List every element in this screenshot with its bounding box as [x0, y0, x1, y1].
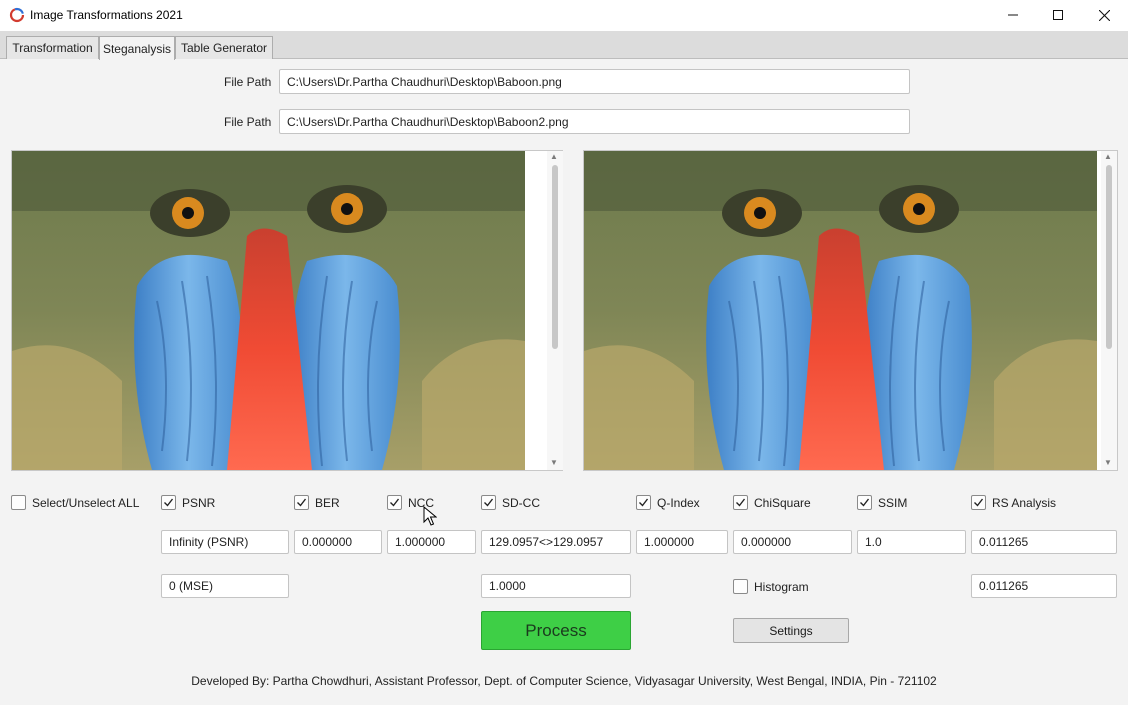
- title-bar: Image Transformations 2021: [0, 0, 1128, 31]
- ncc-checkbox[interactable]: [387, 495, 402, 510]
- stego-image-panel[interactable]: ▲ ▼: [583, 150, 1118, 471]
- minimize-button[interactable]: [990, 0, 1036, 30]
- settings-button[interactable]: Settings: [733, 618, 849, 643]
- rs-analysis-result-field[interactable]: 0.011265: [971, 530, 1117, 554]
- close-button[interactable]: [1081, 0, 1127, 30]
- ncc-result-field[interactable]: 1.000000: [387, 530, 476, 554]
- histogram-checkbox[interactable]: [733, 579, 748, 594]
- window-title: Image Transformations 2021: [30, 8, 183, 22]
- scrollbar-thumb[interactable]: [552, 165, 558, 349]
- qindex-checkbox[interactable]: [636, 495, 651, 510]
- checkmark-icon: [390, 498, 400, 507]
- maximize-button[interactable]: [1035, 0, 1081, 30]
- psnr-label: PSNR: [182, 496, 216, 510]
- scroll-down-icon[interactable]: ▼: [550, 458, 558, 467]
- tab-steganalysis[interactable]: Steganalysis: [99, 36, 175, 60]
- tab-table-generator[interactable]: Table Generator: [175, 36, 273, 59]
- app-logo-icon: [9, 7, 25, 23]
- file-path-input-1[interactable]: C:\Users\Dr.Partha Chaudhuri\Desktop\Bab…: [279, 69, 910, 94]
- tab-transformation[interactable]: Transformation: [6, 36, 99, 59]
- ssim-result-field[interactable]: 1.0: [857, 530, 966, 554]
- checkmark-icon: [639, 498, 649, 507]
- file-path-label: File Path: [224, 75, 272, 89]
- file-path-input-2[interactable]: C:\Users\Dr.Partha Chaudhuri\Desktop\Bab…: [279, 109, 910, 134]
- minimize-icon: [1008, 14, 1018, 16]
- checkmark-icon: [974, 498, 984, 507]
- sdcc-label: SD-CC: [502, 496, 540, 510]
- checkmark-icon: [484, 498, 494, 507]
- checkmark-icon: [297, 498, 307, 507]
- baboon-image: [584, 151, 1097, 470]
- ber-label: BER: [315, 496, 340, 510]
- ber-checkbox[interactable]: [294, 495, 309, 510]
- cover-image-scrollbar[interactable]: ▲ ▼: [547, 151, 563, 470]
- scroll-up-icon[interactable]: ▲: [550, 152, 558, 161]
- qindex-result-field[interactable]: 1.000000: [636, 530, 728, 554]
- scrollbar-thumb[interactable]: [1106, 165, 1112, 349]
- cover-image-panel[interactable]: ▲ ▼: [11, 150, 563, 471]
- mse-result-field[interactable]: 0 (MSE): [161, 574, 289, 598]
- close-icon: [1098, 9, 1110, 21]
- sdcc-checkbox[interactable]: [481, 495, 496, 510]
- sdcc-result-field[interactable]: 129.0957<>129.0957: [481, 530, 631, 554]
- ssim-checkbox[interactable]: [857, 495, 872, 510]
- process-button[interactable]: Process: [481, 611, 631, 650]
- file-path-label: File Path: [224, 115, 272, 129]
- select-all-checkbox[interactable]: [11, 495, 26, 510]
- checkmark-icon: [860, 498, 870, 507]
- rs-analysis-label: RS Analysis: [992, 496, 1057, 510]
- stego-image-scrollbar[interactable]: ▲ ▼: [1101, 151, 1117, 470]
- scroll-up-icon[interactable]: ▲: [1104, 152, 1112, 161]
- mouse-cursor-icon: [423, 506, 437, 526]
- tab-strip: Transformation Steganalysis Table Genera…: [0, 31, 1128, 60]
- psnr-result-field[interactable]: Infinity (PSNR): [161, 530, 289, 554]
- ssim-label: SSIM: [878, 496, 908, 510]
- rs-analysis-checkbox[interactable]: [971, 495, 986, 510]
- baboon-image: [12, 151, 525, 470]
- rs-analysis-secondary-field[interactable]: 0.011265: [971, 574, 1117, 598]
- psnr-checkbox[interactable]: [161, 495, 176, 510]
- sdcc-secondary-field[interactable]: 1.0000: [481, 574, 631, 598]
- scroll-down-icon[interactable]: ▼: [1104, 458, 1112, 467]
- checkmark-icon: [736, 498, 746, 507]
- checkmark-icon: [164, 498, 174, 507]
- developer-credit: Developed By: Partha Chowdhuri, Assistan…: [191, 674, 937, 688]
- select-all-label: Select/Unselect ALL: [32, 496, 140, 510]
- chisquare-label: ChiSquare: [754, 496, 811, 510]
- qindex-label: Q-Index: [657, 496, 700, 510]
- chisquare-result-field[interactable]: 0.000000: [733, 530, 852, 554]
- maximize-icon: [1053, 10, 1063, 20]
- histogram-label: Histogram: [754, 580, 809, 594]
- chisquare-checkbox[interactable]: [733, 495, 748, 510]
- ber-result-field[interactable]: 0.000000: [294, 530, 382, 554]
